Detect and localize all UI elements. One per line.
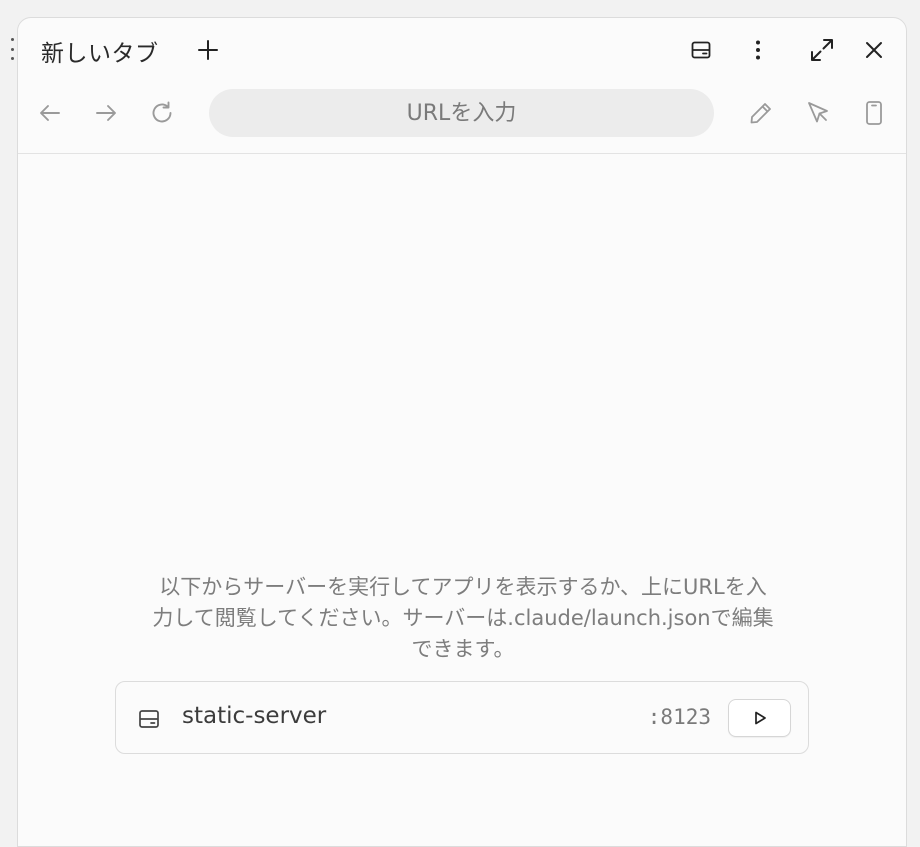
edit-button[interactable]: [745, 97, 777, 129]
expand-button[interactable]: [806, 34, 838, 66]
split-view-button[interactable]: [685, 34, 717, 66]
back-button[interactable]: [34, 97, 66, 129]
arrow-right-icon: [96, 105, 116, 121]
mobile-device-icon: [866, 101, 882, 125]
cursor-select-icon: [808, 102, 828, 123]
server-list-item: static-server :8123: [115, 681, 809, 754]
drag-handle[interactable]: [9, 38, 15, 60]
tab-bar: 新しいタブ: [18, 18, 906, 82]
arrow-left-icon: [40, 105, 60, 121]
server-port: :8123: [647, 705, 711, 729]
tab-title[interactable]: 新しいタブ: [41, 34, 159, 68]
server-name: static-server: [182, 703, 327, 729]
new-tab-button[interactable]: [192, 34, 224, 66]
server-icon: [139, 710, 159, 728]
message-line-3: できます。: [411, 637, 515, 661]
pencil-icon: [750, 103, 771, 124]
message-line-2: 力して閲覧してください。サーバーは.claude/launch.jsonで編集: [152, 606, 774, 630]
close-icon: [866, 42, 882, 58]
message-line-1: 以下からサーバーを実行してアプリを表示するか、上にURLを入: [159, 575, 767, 599]
close-button[interactable]: [858, 34, 890, 66]
expand-icon: [811, 39, 833, 61]
forward-button[interactable]: [90, 97, 122, 129]
more-options-button[interactable]: [742, 34, 774, 66]
empty-state-message: 以下からサーバーを実行してアプリを表示するか、上にURLを入 力して閲覧してくだ…: [110, 572, 816, 665]
browser-panel: 新しいタブ URLを入力 以下からサーバーを実行してアプリを表示するか、上にUR…: [17, 17, 907, 847]
run-server-button[interactable]: [728, 699, 791, 737]
navigation-bar: [18, 82, 906, 154]
reload-button[interactable]: [146, 97, 178, 129]
reload-icon: [152, 101, 172, 123]
split-view-icon: [691, 41, 711, 59]
select-element-button[interactable]: [802, 97, 834, 129]
url-input[interactable]: [209, 89, 714, 137]
more-vertical-icon: [756, 40, 760, 60]
plus-icon: [198, 40, 218, 60]
device-preview-button[interactable]: [858, 97, 890, 129]
play-icon: [754, 711, 766, 725]
